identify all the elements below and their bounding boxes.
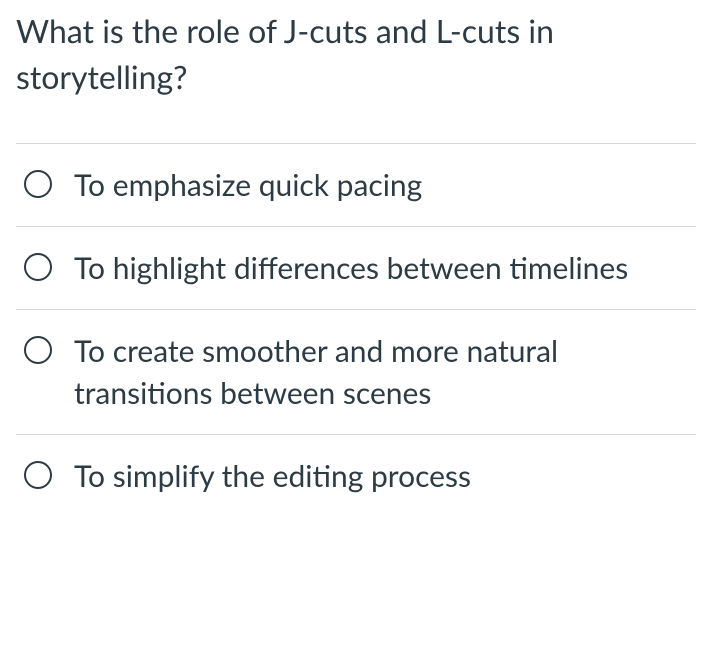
option-row-1[interactable]: To highlight differences between timelin… — [16, 226, 696, 309]
radio-icon — [24, 336, 52, 364]
radio-icon — [24, 253, 52, 281]
radio-icon — [24, 170, 52, 198]
radio-icon — [24, 461, 52, 489]
option-row-0[interactable]: To emphasize quick pacing — [16, 143, 696, 226]
option-label: To simplify the editing process — [74, 455, 471, 497]
option-label: To highlight differences between timelin… — [74, 247, 628, 289]
option-row-2[interactable]: To create smoother and more natural tran… — [16, 309, 696, 434]
question-container: What is the role of J-cuts and L-cuts in… — [0, 0, 712, 517]
options-list: To emphasize quick pacing To highlight d… — [16, 143, 696, 517]
option-row-3[interactable]: To simplify the editing process — [16, 434, 696, 517]
option-label: To create smoother and more natural tran… — [74, 330, 684, 414]
question-text: What is the role of J-cuts and L-cuts in… — [16, 8, 696, 101]
option-label: To emphasize quick pacing — [74, 164, 422, 206]
